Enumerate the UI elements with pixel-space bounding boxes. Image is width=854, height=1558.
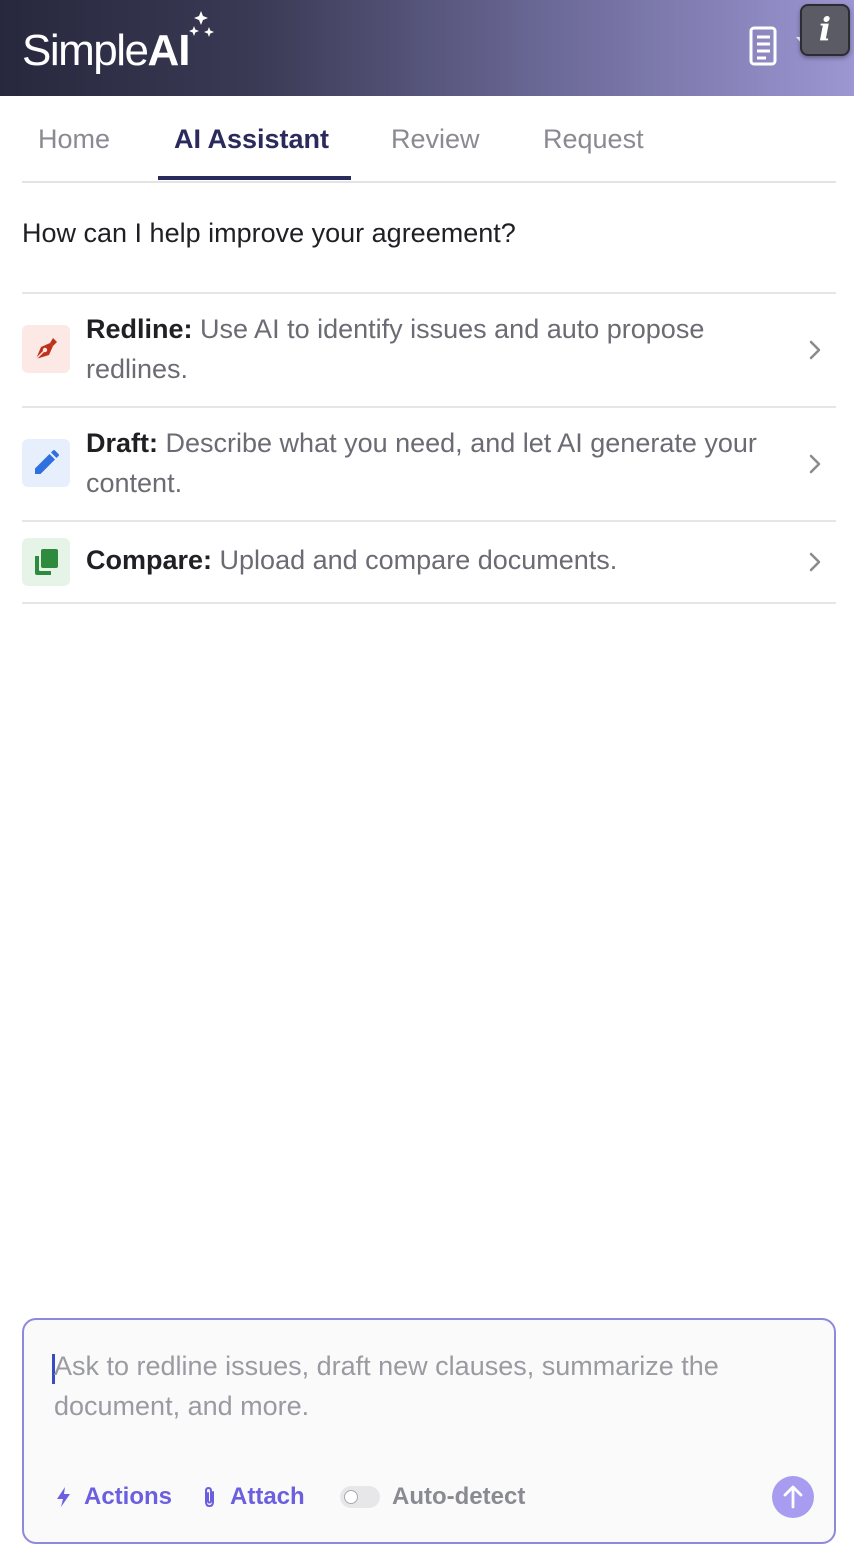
option-compare-text: Compare: Upload and compare documents. bbox=[86, 540, 786, 580]
attach-label: Attach bbox=[230, 1483, 305, 1510]
copy-documents-icon bbox=[35, 549, 58, 575]
actions-button[interactable]: Actions bbox=[54, 1480, 174, 1514]
sparkle-icon bbox=[189, 11, 214, 37]
tab-home[interactable]: Home bbox=[38, 124, 110, 155]
logo-ai-text: AI bbox=[147, 26, 191, 75]
tab-review[interactable]: Review bbox=[391, 124, 480, 155]
option-redline-text: Redline: Use AI to identify issues and a… bbox=[86, 309, 786, 389]
actions-label: Actions bbox=[84, 1483, 173, 1510]
option-compare[interactable]: Compare: Upload and compare documents. bbox=[22, 522, 836, 602]
option-compare-title: Compare: bbox=[86, 545, 213, 575]
option-redline-title: Redline: bbox=[86, 314, 193, 344]
info-icon[interactable]: i bbox=[800, 4, 850, 56]
logo-text: Simple bbox=[22, 26, 149, 75]
simpleai-logo: SimpleAI bbox=[22, 11, 214, 76]
pencil-icon-container bbox=[22, 439, 70, 487]
tab-ai-assistant[interactable]: AI Assistant bbox=[174, 124, 329, 155]
option-draft-text: Draft: Describe what you need, and let A… bbox=[86, 423, 786, 503]
app-header: SimpleAI i bbox=[0, 0, 854, 96]
chevron-right-icon bbox=[809, 454, 821, 474]
toggle-knob bbox=[344, 1490, 358, 1504]
tab-bar: Home AI Assistant Review Request bbox=[22, 96, 836, 183]
chat-input[interactable]: Ask to redline issues, draft new clauses… bbox=[54, 1346, 814, 1426]
assistant-prompt: How can I help improve your agreement? bbox=[22, 218, 516, 248]
copy-documents-icon-container bbox=[22, 538, 70, 586]
divider bbox=[22, 602, 836, 604]
pen-nib-icon bbox=[35, 338, 57, 360]
attach-button[interactable]: Attach bbox=[200, 1480, 310, 1514]
document-list-icon[interactable] bbox=[748, 26, 780, 66]
chat-composer: Ask to redline issues, draft new clauses… bbox=[22, 1318, 836, 1544]
tab-request[interactable]: Request bbox=[543, 124, 644, 155]
arrow-up-icon bbox=[783, 1485, 803, 1509]
pencil-icon bbox=[35, 450, 59, 474]
active-tab-indicator bbox=[158, 176, 351, 180]
lightning-icon bbox=[57, 1487, 70, 1507]
pen-nib-icon-container bbox=[22, 325, 70, 373]
autodetect-label: Auto-detect bbox=[392, 1483, 526, 1510]
send-button[interactable] bbox=[772, 1476, 814, 1518]
paperclip-icon bbox=[205, 1486, 214, 1508]
option-draft[interactable]: Draft: Describe what you need, and let A… bbox=[22, 408, 836, 520]
chevron-right-icon bbox=[809, 340, 821, 360]
option-compare-description: Upload and compare documents. bbox=[219, 545, 618, 575]
option-draft-description: Describe what you need, and let AI gener… bbox=[86, 428, 757, 498]
option-draft-title: Draft: bbox=[86, 428, 158, 458]
chevron-right-icon bbox=[809, 552, 821, 572]
option-redline[interactable]: Redline: Use AI to identify issues and a… bbox=[22, 294, 836, 406]
autodetect-toggle[interactable] bbox=[340, 1486, 380, 1508]
